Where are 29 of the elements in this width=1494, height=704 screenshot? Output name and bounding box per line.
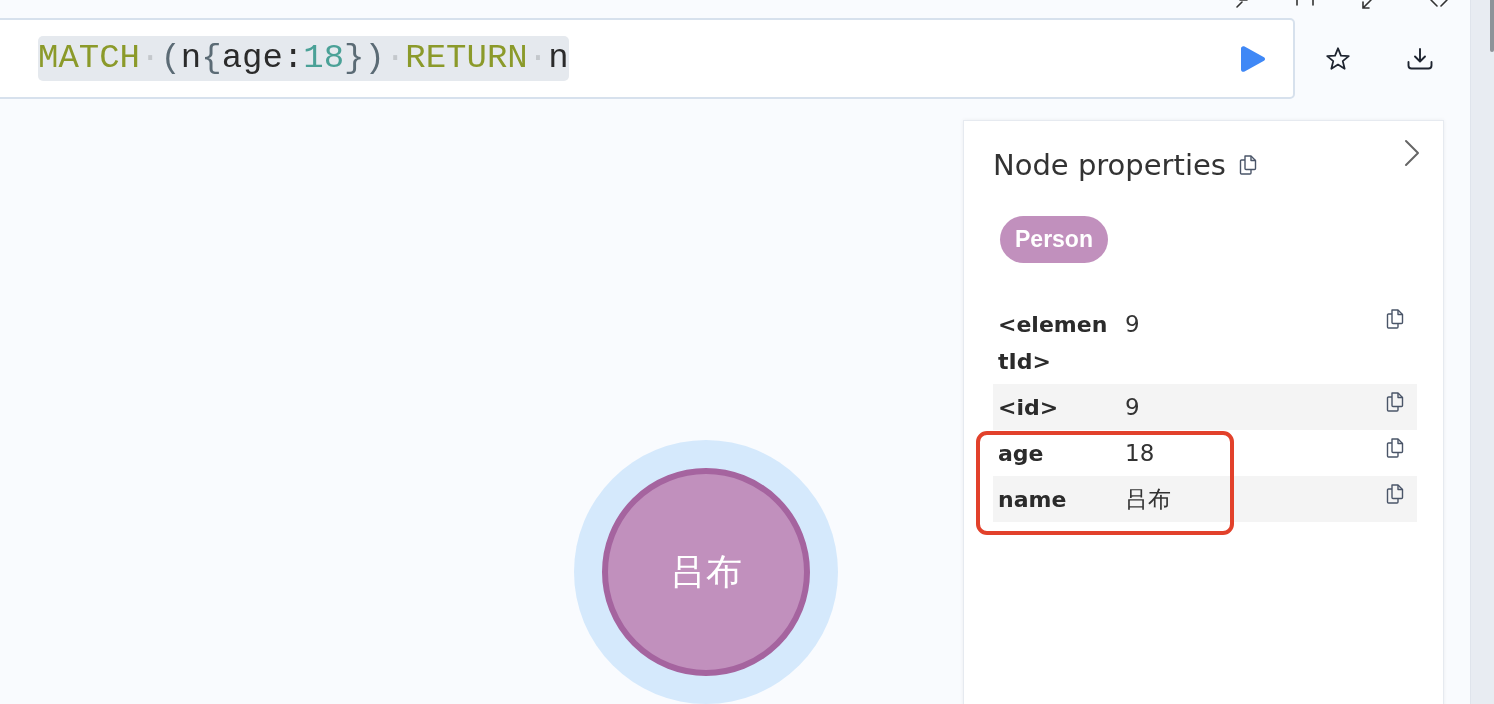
node-label: 吕布: [670, 550, 742, 594]
query-editor[interactable]: MATCH·(n{age:18})·RETURN·n: [0, 18, 1295, 99]
copy-icon[interactable]: [1386, 308, 1404, 329]
property-key: <elementId>: [998, 305, 1125, 380]
query-text: MATCH·(n{age:18})·RETURN·n: [38, 36, 569, 81]
copy-icon[interactable]: [1238, 155, 1257, 175]
property-value: 吕布: [1125, 484, 1172, 514]
shrink-icon[interactable]: [1362, 0, 1372, 9]
copy-icon[interactable]: [1386, 437, 1404, 458]
property-key: <id>: [998, 388, 1125, 426]
scrollbar[interactable]: [1470, 0, 1494, 704]
expand-icon[interactable]: [1296, 0, 1314, 6]
download-icon[interactable]: [1407, 47, 1433, 70]
property-key: name: [998, 480, 1125, 518]
copy-icon[interactable]: [1386, 391, 1404, 412]
property-value: 9: [1125, 392, 1141, 422]
play-icon[interactable]: [1240, 44, 1266, 73]
property-value: 9: [1125, 309, 1141, 339]
label-tag[interactable]: Person: [1000, 216, 1108, 263]
chevron-right-icon[interactable]: [1404, 139, 1420, 167]
pin-icon[interactable]: [1236, 0, 1248, 8]
property-value: 18: [1125, 438, 1156, 468]
star-icon[interactable]: [1326, 46, 1350, 71]
panel-title: Node properties: [993, 147, 1226, 184]
copy-icon[interactable]: [1386, 483, 1404, 504]
property-key: age: [998, 434, 1125, 472]
graph-node[interactable]: 吕布: [602, 468, 810, 676]
close-icon[interactable]: [1430, 0, 1448, 7]
scrollbar-thumb[interactable]: [1490, 0, 1494, 52]
